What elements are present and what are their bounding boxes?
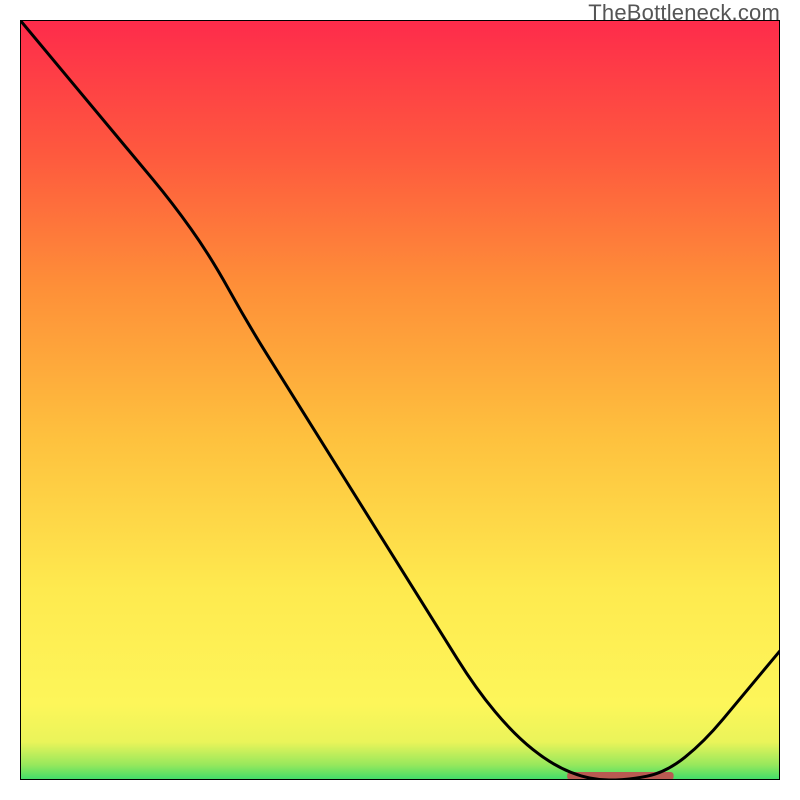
chart-canvas: TheBottleneck.com xyxy=(0,0,800,800)
gradient-background xyxy=(20,20,780,780)
chart-svg xyxy=(20,20,780,780)
plot-area xyxy=(20,20,780,780)
